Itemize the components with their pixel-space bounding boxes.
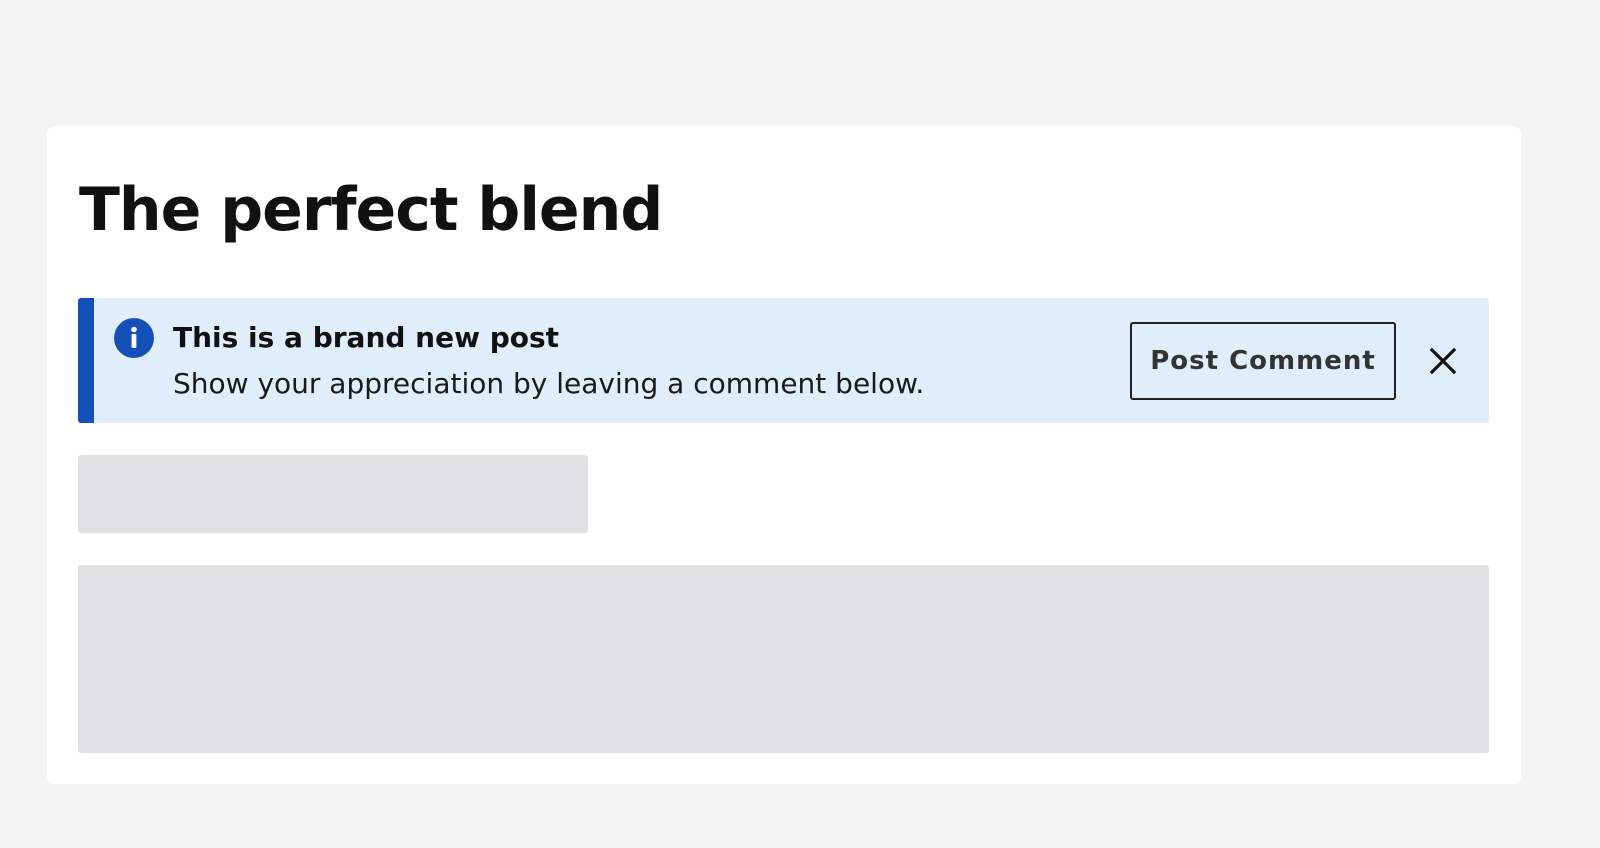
info-icon [114, 318, 154, 358]
skeleton-placeholder-short [78, 455, 588, 533]
notification-message: Show your appreciation by leaving a comm… [173, 367, 925, 400]
notification-accent-bar [78, 298, 94, 423]
page-title: The perfect blend [79, 175, 663, 245]
info-notification: This is a brand new post Show your appre… [78, 298, 1489, 423]
skeleton-placeholder-block [78, 565, 1489, 753]
close-icon [1422, 347, 1464, 385]
notification-heading: This is a brand new post [173, 321, 560, 354]
post-comment-button[interactable]: Post Comment [1130, 322, 1396, 400]
post-card: The perfect blend This is a brand new po… [47, 126, 1521, 784]
close-notification-button[interactable] [1422, 340, 1464, 382]
